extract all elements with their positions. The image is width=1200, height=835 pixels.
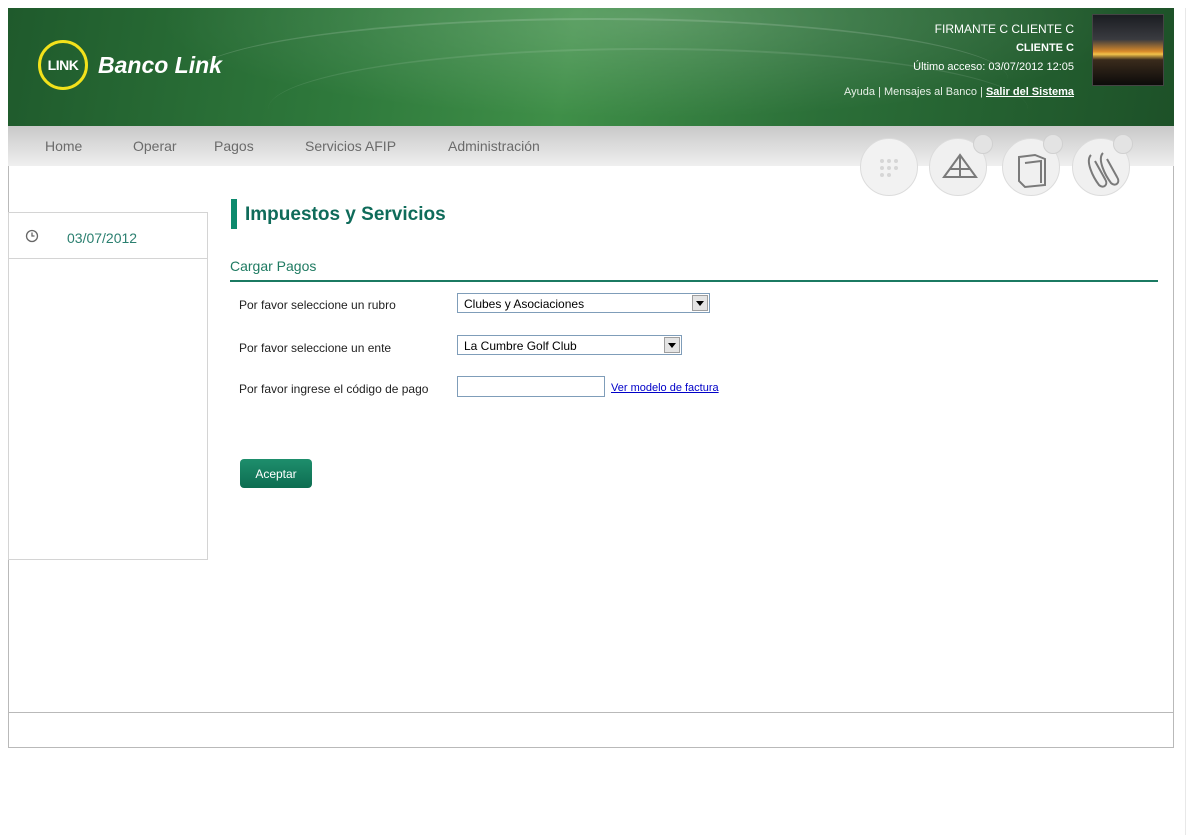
accept-button[interactable]: Aceptar [240, 459, 312, 488]
ente-select[interactable]: La Cumbre Golf Club [457, 335, 682, 355]
invoice-model-link[interactable]: Ver modelo de factura [611, 382, 719, 394]
section-title: Cargar Pagos [230, 258, 317, 274]
nav-operar[interactable]: Operar [133, 138, 177, 154]
calendar-icon[interactable] [860, 138, 918, 196]
codigo-label: Por favor ingrese el código de pago [239, 382, 429, 396]
sidebar-date-box: 03/07/2012 [9, 213, 207, 259]
page-title: Impuestos y Servicios [245, 204, 446, 225]
avatar [1092, 14, 1164, 86]
brand-name[interactable]: Banco Link [98, 52, 222, 79]
logo-text: LINK [47, 57, 79, 73]
codigo-pago-input[interactable] [457, 376, 605, 397]
scroll-edge [1185, 8, 1186, 835]
header: LINK Banco Link FIRMANTE C CLIENTE C CLI… [8, 8, 1174, 126]
rubro-select[interactable]: Clubes y Asociaciones [457, 293, 710, 313]
logo-icon[interactable]: LINK [38, 40, 88, 90]
clock-icon [25, 229, 39, 243]
messages-link[interactable]: Mensajes al Banco [884, 86, 977, 98]
rubro-label: Por favor seleccione un rubro [239, 298, 396, 312]
nav-servicios-afip[interactable]: Servicios AFIP [305, 138, 396, 154]
sidebar-date: 03/07/2012 [67, 230, 138, 246]
nav-icon-bubble [973, 134, 993, 154]
chevron-down-icon[interactable] [692, 295, 708, 311]
ente-label: Por favor seleccione un ente [239, 341, 392, 355]
title-accent-bar [231, 199, 237, 229]
section-divider [230, 280, 1158, 282]
main-nav: Home Operar Pagos Servicios AFIP Adminis… [8, 126, 1174, 166]
header-links: Ayuda | Mensajes al Banco | Salir del Si… [844, 83, 1074, 102]
rubro-selected-value: Clubes y Asociaciones [464, 297, 585, 311]
nav-icon-bubble [1043, 134, 1063, 154]
last-access: Último acceso: 03/07/2012 12:05 [913, 61, 1074, 73]
client-name: CLIENTE C [1015, 42, 1074, 54]
user-info: FIRMANTE C CLIENTE C CLIENTE C Último ac… [844, 20, 1074, 102]
nav-pagos[interactable]: Pagos [214, 138, 254, 154]
ente-selected-value: La Cumbre Golf Club [464, 339, 577, 353]
nav-administracion[interactable]: Administración [448, 138, 540, 154]
footer-divider [8, 712, 1174, 713]
nav-icon-bubble [1113, 134, 1133, 154]
sidebar: 03/07/2012 [8, 212, 208, 560]
logout-link[interactable]: Salir del Sistema [986, 86, 1074, 98]
help-link[interactable]: Ayuda [844, 86, 875, 98]
user-name: FIRMANTE C CLIENTE C [934, 22, 1074, 36]
nav-home[interactable]: Home [45, 138, 82, 154]
chevron-down-icon[interactable] [664, 337, 680, 353]
